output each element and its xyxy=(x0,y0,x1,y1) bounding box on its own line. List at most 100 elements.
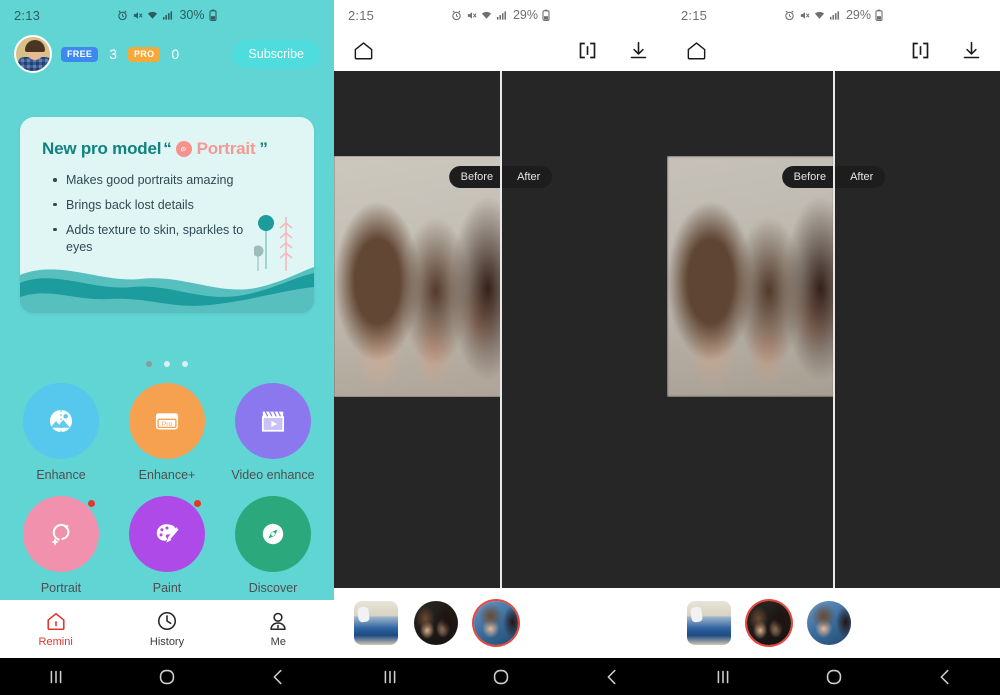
mute-icon xyxy=(134,11,143,19)
android-home-button[interactable] xyxy=(111,666,222,688)
wifi-icon xyxy=(148,11,158,19)
video-enhance-icon[interactable] xyxy=(235,383,311,459)
new-badge-dot xyxy=(194,500,201,507)
carousel-dot-3[interactable] xyxy=(182,361,188,367)
battery-percent: 30% xyxy=(179,8,205,22)
pro-badge: PRO xyxy=(128,46,161,62)
promo-card[interactable]: New pro model “ Portrait ” Makes good po… xyxy=(20,117,314,313)
nav-item-history[interactable]: History xyxy=(111,610,222,648)
home-button[interactable] xyxy=(352,39,375,62)
home-icon xyxy=(354,42,373,60)
list-item: Adds texture to skin, sparkles to eyes xyxy=(53,222,268,258)
battery-percent: 29% xyxy=(512,8,539,22)
before-image xyxy=(667,156,834,397)
android-recents-button[interactable] xyxy=(667,666,778,688)
avatar[interactable] xyxy=(14,35,52,73)
feature-enhance[interactable]: Enhance xyxy=(8,383,114,482)
split-divider[interactable] xyxy=(499,71,502,588)
feature-label: Enhance xyxy=(36,468,86,482)
editor-toolbar xyxy=(334,30,667,71)
nav-item-me[interactable]: Me xyxy=(223,610,334,648)
bottom-navigation: Remini History Me xyxy=(0,600,334,658)
before-image xyxy=(334,156,501,397)
nav-item-remini[interactable]: Remini xyxy=(0,610,111,648)
split-divider[interactable] xyxy=(832,71,835,588)
compare-button[interactable] xyxy=(910,40,931,61)
status-time: 2:15 xyxy=(348,7,375,23)
wifi-icon xyxy=(814,11,825,19)
portrait-badge-icon xyxy=(175,141,192,157)
status-system-icons: 30% xyxy=(0,0,334,30)
nav-label: Remini xyxy=(38,636,73,648)
thumbnail-strip xyxy=(334,588,667,658)
feature-enhance-plus[interactable]: Pro Enhance+ xyxy=(114,383,220,482)
feature-discover[interactable]: Discover xyxy=(220,496,326,595)
promo-title: New pro model “ Portrait ” xyxy=(42,139,314,159)
feature-label: Paint xyxy=(152,581,182,595)
discover-icon[interactable] xyxy=(235,496,311,572)
comparison-stage[interactable]: Before After ‹ › xyxy=(334,71,667,588)
nav-label: Me xyxy=(270,636,286,648)
android-home-button[interactable] xyxy=(445,666,556,688)
editor-panel-right: 2:15 29% Before After xyxy=(667,0,1000,695)
android-navigation-bar xyxy=(0,658,334,695)
back-icon xyxy=(607,669,616,684)
after-label[interactable]: After xyxy=(505,171,552,183)
feature-label: Enhance+ xyxy=(138,468,196,482)
compare-icon xyxy=(912,42,929,59)
home-header: FREE 3 PRO 0 Subscribe xyxy=(0,30,334,78)
thumb-kid-photo[interactable] xyxy=(474,601,518,645)
wave-decoration xyxy=(20,253,314,313)
thumb-kid-photo[interactable] xyxy=(807,601,851,645)
home-icon xyxy=(47,612,65,631)
android-home-button[interactable] xyxy=(778,666,889,688)
feature-label: Discover xyxy=(248,581,298,595)
carousel-dots[interactable] xyxy=(0,361,334,367)
alarm-icon xyxy=(785,10,794,20)
carousel-dot-2[interactable] xyxy=(164,361,170,367)
battery-icon xyxy=(542,9,550,21)
subscribe-button[interactable]: Subscribe xyxy=(232,40,320,68)
clock-icon xyxy=(157,611,177,631)
editor-panel-left: 2:15 29% Before After xyxy=(334,0,667,695)
list-item: Makes good portraits amazing xyxy=(53,172,268,190)
download-button[interactable] xyxy=(628,40,649,61)
feature-video-enhance[interactable]: Video enhance xyxy=(220,383,326,482)
carousel-dot-1[interactable] xyxy=(146,361,152,367)
status-bar: 2:15 29% xyxy=(667,0,1000,30)
before-label[interactable]: Before xyxy=(782,171,838,183)
paint-icon[interactable] xyxy=(129,496,205,572)
home-icon xyxy=(687,42,706,60)
android-navigation-bar xyxy=(667,658,1000,695)
android-recents-button[interactable] xyxy=(334,666,445,688)
download-button[interactable] xyxy=(961,40,982,61)
android-back-button[interactable] xyxy=(223,666,334,688)
status-system-icons: 29% xyxy=(667,0,1000,30)
enhance-plus-icon[interactable]: Pro xyxy=(129,383,205,459)
status-bar: 2:15 29% xyxy=(334,0,667,30)
android-back-button[interactable] xyxy=(556,666,667,688)
thumb-woman-photo[interactable] xyxy=(414,601,458,645)
home-button[interactable] xyxy=(685,39,708,62)
after-label[interactable]: After xyxy=(838,171,885,183)
battery-percent: 29% xyxy=(845,8,872,22)
compare-icon xyxy=(579,42,596,59)
enhance-icon[interactable] xyxy=(23,383,99,459)
feature-paint[interactable]: Paint xyxy=(114,496,220,595)
back-icon xyxy=(940,669,949,684)
thumb-beach-photo[interactable] xyxy=(354,601,398,645)
recents-icon xyxy=(384,670,395,683)
android-recents-button[interactable] xyxy=(0,666,111,688)
thumb-beach-photo[interactable] xyxy=(687,601,731,645)
compare-button[interactable] xyxy=(577,40,598,61)
android-back-button[interactable] xyxy=(889,666,1000,688)
feature-grid: Enhance Pro Enhance+ Video enhance Portr… xyxy=(0,383,334,595)
thumb-woman-photo[interactable] xyxy=(747,601,791,645)
portrait-icon[interactable] xyxy=(23,496,99,572)
download-icon xyxy=(630,41,647,59)
before-label[interactable]: Before xyxy=(449,171,505,183)
feature-portrait[interactable]: Portrait xyxy=(8,496,114,595)
after-image xyxy=(501,156,668,397)
comparison-stage[interactable]: Before After ‹ › xyxy=(667,71,1000,588)
list-item: Brings back lost details xyxy=(53,197,268,215)
